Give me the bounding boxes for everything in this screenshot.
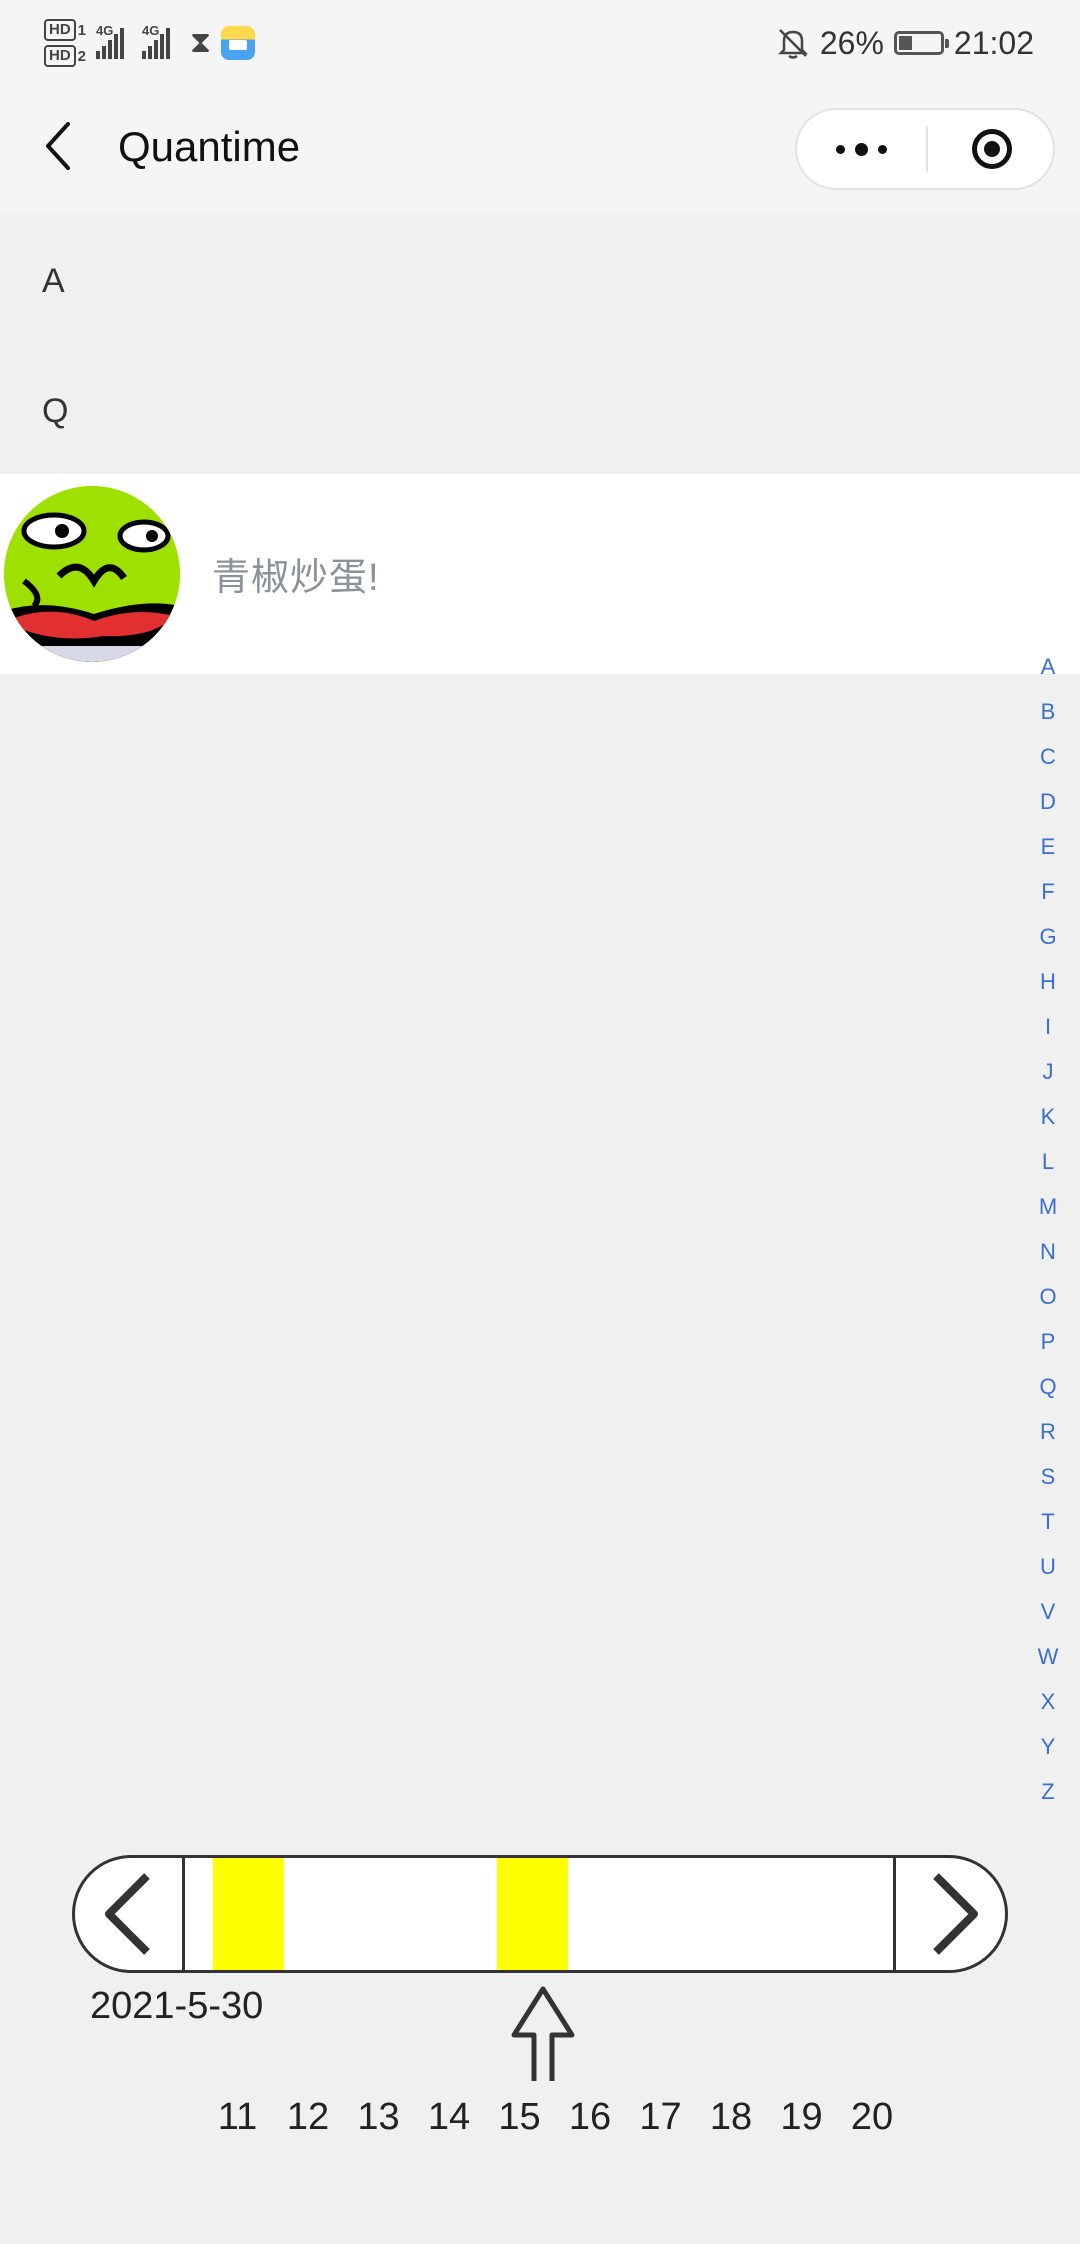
timeline-tick: 14 [427, 2096, 471, 2138]
target-icon [971, 129, 1012, 169]
index-letter-v[interactable]: V [1028, 1589, 1068, 1634]
sim1-hd-label: HD [44, 19, 76, 41]
timeline-tick: 17 [639, 2096, 682, 2138]
index-letter-o[interactable]: O [1028, 1274, 1068, 1319]
section-letter: Q [42, 392, 69, 430]
bell-off-icon [777, 29, 808, 59]
index-letter-q[interactable]: Q [1028, 1364, 1068, 1409]
timeline-tick: 0 [184, 2096, 202, 2139]
section-header-q: Q [0, 344, 1080, 474]
index-letter-i[interactable]: I [1028, 1004, 1068, 1049]
network1-label: 4G [96, 23, 114, 38]
battery-icon [893, 31, 949, 55]
screen: HD 1 HD 2 4G 4G ⧗ 26% 21:02 Quantime A Q… [0, 0, 1080, 2244]
back-button[interactable] [34, 116, 88, 176]
status-right: 26% 21:02 [776, 20, 1034, 66]
index-letter-j[interactable]: J [1028, 1049, 1068, 1094]
timeline-date: 2021-5-30 [90, 1985, 264, 2027]
timeline-highlight [213, 1858, 284, 1970]
avatar [4, 486, 180, 662]
page-title: Quantime [118, 123, 301, 170]
index-letter-u[interactable]: U [1028, 1544, 1068, 1589]
index-letter-c[interactable]: C [1028, 734, 1068, 779]
timeline-tick: 19 [780, 2096, 823, 2138]
more-dot [854, 142, 868, 156]
index-letter-m[interactable]: M [1028, 1184, 1068, 1229]
sim-indicators: HD 1 HD 2 [44, 19, 86, 67]
network2-label: 4G [142, 23, 160, 38]
more-dot [877, 144, 887, 154]
chevron-right-icon [933, 1873, 978, 1955]
up-arrow-icon [511, 1986, 575, 2081]
index-letter-z[interactable]: Z [1028, 1769, 1068, 1814]
contact-name: 青椒炒蛋! [212, 557, 380, 599]
index-letter-p[interactable]: P [1028, 1319, 1068, 1364]
timeline-tick: 18 [709, 2096, 753, 2138]
more-button[interactable] [797, 110, 925, 188]
index-letter-g[interactable]: G [1028, 914, 1068, 959]
message-app-icon [221, 26, 256, 60]
index-letter-b[interactable]: B [1028, 689, 1068, 734]
index-letter-d[interactable]: D [1028, 779, 1068, 824]
index-letter-s[interactable]: S [1028, 1454, 1068, 1499]
clock: 21:02 [953, 24, 1034, 61]
timeline-track[interactable] [185, 1858, 893, 1970]
timeline-tick: 12 [286, 2096, 330, 2138]
index-letter-l[interactable]: L [1028, 1139, 1068, 1184]
sim1-index: 1 [77, 21, 87, 39]
status-bar: HD 1 HD 2 4G 4G ⧗ 26% 21:02 [0, 0, 1080, 86]
timeline-ticks: 0 11 12 13 14 15 16 17 18 19 20 [184, 2090, 894, 2146]
more-dots-icon [835, 144, 845, 154]
hourglass-icon: ⧗ [190, 26, 212, 59]
status-left: HD 1 HD 2 4G 4G ⧗ [44, 12, 256, 74]
index-letter-w[interactable]: W [1028, 1634, 1068, 1679]
sim2-hd-label: HD [44, 45, 76, 67]
index-letter-e[interactable]: E [1028, 824, 1068, 869]
timeline-tick: 13 [357, 2096, 400, 2138]
timeline-tick: 20 [850, 2096, 894, 2138]
timeline-next-button[interactable] [893, 1858, 1005, 1970]
index-letter-y[interactable]: Y [1028, 1724, 1068, 1769]
timeline-tick: 15 [498, 2096, 541, 2138]
sim1-badge: HD 1 [44, 19, 86, 41]
sim2-index: 2 [77, 47, 87, 65]
index-letter-k[interactable]: K [1028, 1094, 1068, 1139]
index-letter-r[interactable]: R [1028, 1409, 1068, 1454]
index-letter-t[interactable]: T [1028, 1499, 1068, 1544]
index-letter-h[interactable]: H [1028, 959, 1068, 1004]
chevron-left-icon [105, 1873, 150, 1955]
section-header-a: A [0, 214, 1080, 344]
close-program-button[interactable] [928, 110, 1055, 188]
alphabet-index: ABCDEFGHIJKLMNOPQRSTUVWXYZ [1028, 644, 1068, 1814]
index-letter-f[interactable]: F [1028, 869, 1068, 914]
timeline-tick: 16 [568, 2096, 612, 2138]
back-arrow-icon [46, 122, 70, 170]
index-letter-n[interactable]: N [1028, 1229, 1068, 1274]
index-letter-x[interactable]: X [1028, 1679, 1068, 1724]
index-letter-a[interactable]: A [1028, 644, 1068, 689]
contact-row[interactable]: 青椒炒蛋! [0, 474, 1080, 674]
timeline-highlight [497, 1858, 568, 1970]
battery-percent: 26% [819, 24, 884, 61]
timeline-bar [72, 1855, 1008, 1973]
avatar-image [4, 486, 180, 662]
sim2-badge: HD 2 [44, 45, 86, 67]
timeline-tick: 11 [217, 2096, 258, 2138]
mini-program-capsule [795, 108, 1055, 190]
signal-icon: 4G [96, 23, 132, 59]
signal-icon: 4G [142, 23, 178, 59]
nav-bar: Quantime [0, 86, 1080, 214]
section-letter: A [42, 262, 65, 300]
timeline-prev-button[interactable] [75, 1858, 185, 1970]
